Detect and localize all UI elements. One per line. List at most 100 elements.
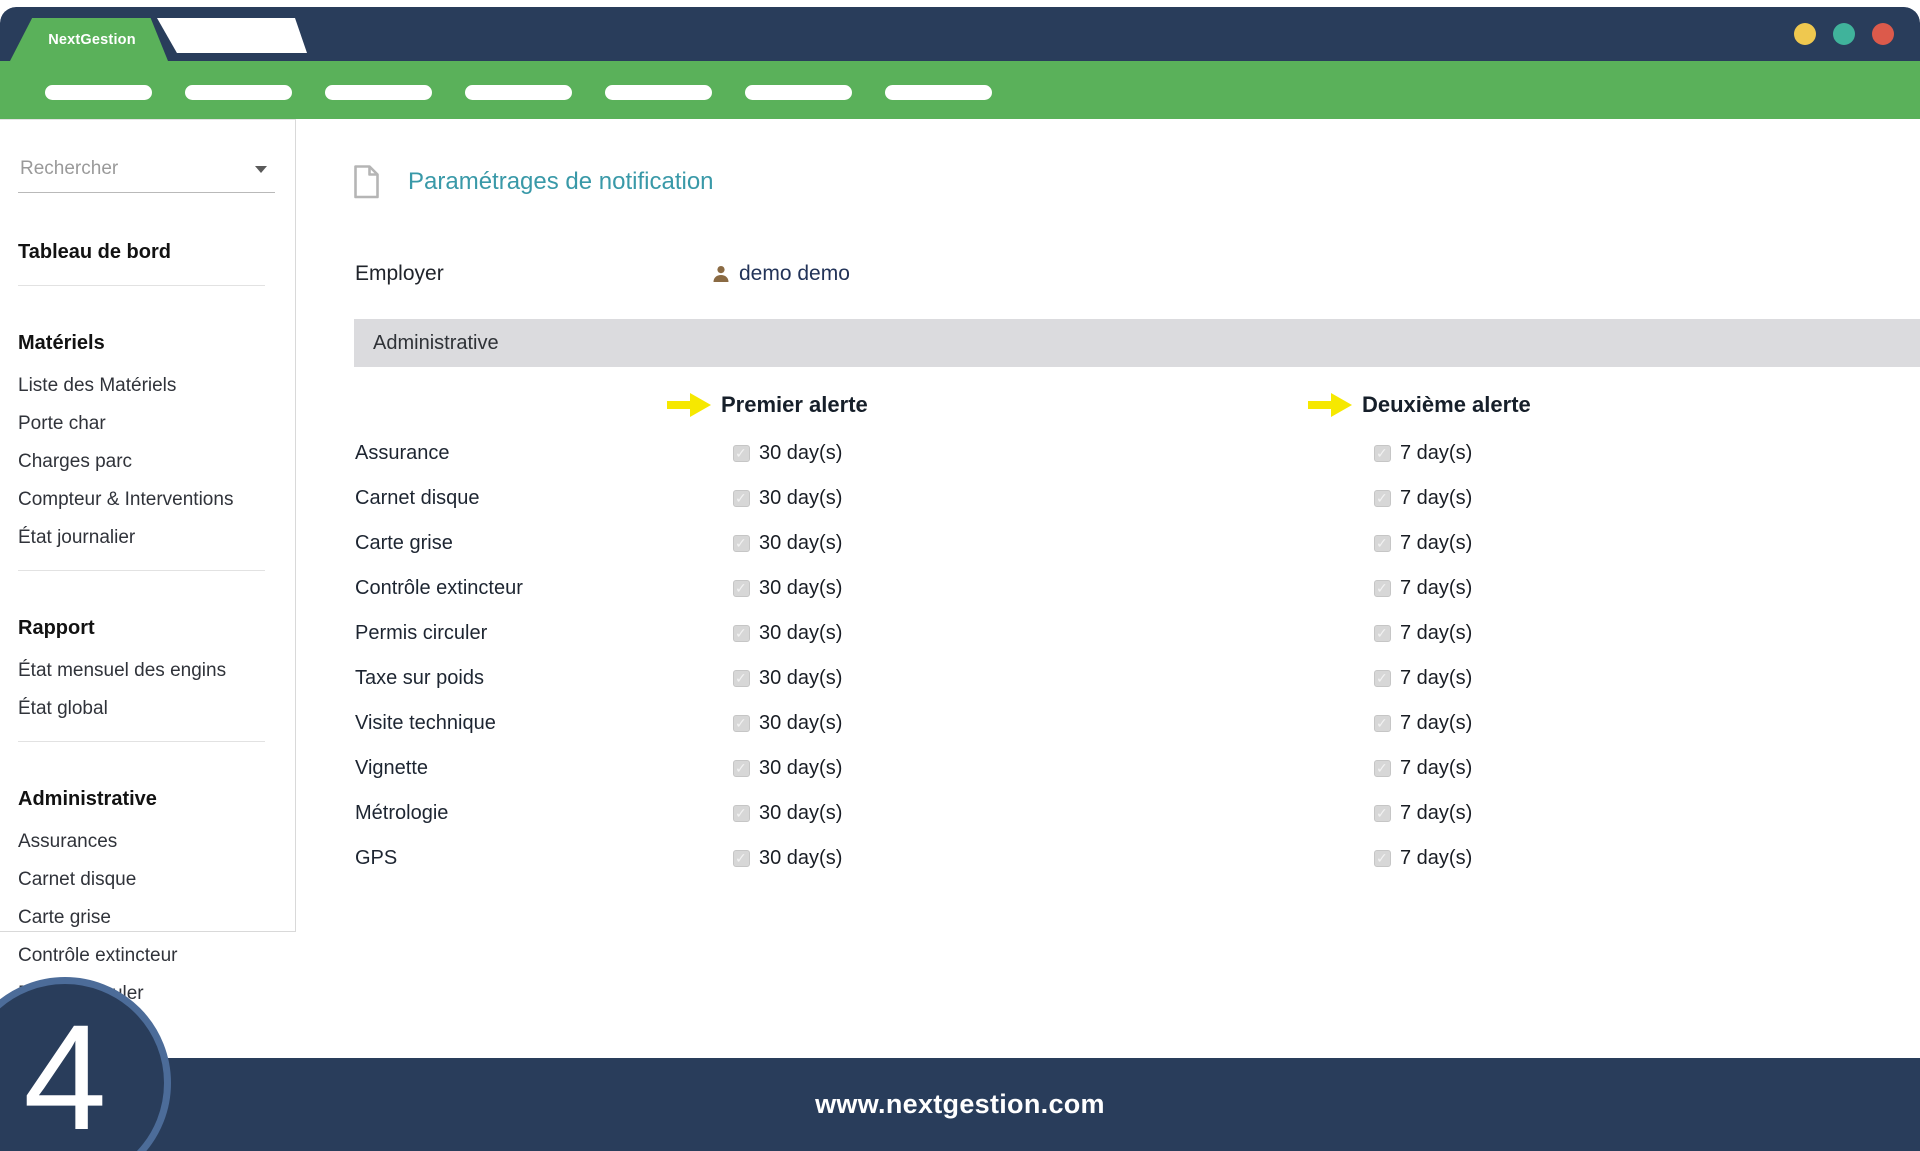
yellow-arrow-icon (1308, 391, 1352, 419)
row-label: Visite technique (355, 712, 733, 735)
row-label: Taxe sur poids (355, 667, 733, 690)
control-dot-red[interactable] (1872, 23, 1894, 45)
document-icon (353, 165, 380, 199)
checkbox-icon[interactable] (733, 715, 750, 732)
checkbox-icon[interactable] (733, 580, 750, 597)
checkbox-icon[interactable] (1374, 760, 1391, 777)
row-label: Assurance (355, 442, 733, 465)
sidebar-item[interactable]: Contrôle extincteur (18, 945, 275, 967)
sidebar-section-heading[interactable]: Tableau de bord (18, 241, 275, 264)
menu-item-placeholder[interactable] (465, 85, 572, 100)
brand-logo-tab: NextGestion (10, 18, 168, 61)
table-row: Taxe sur poids 30 day(s) 7 day(s) (296, 656, 1920, 701)
checkbox-icon[interactable] (1374, 580, 1391, 597)
table-row: Contrôle extincteur30 day(s)7 day(s) (296, 566, 1920, 611)
page-title-row: Paramétrages de notification (296, 165, 1920, 199)
alert-cell: 7 day(s) (1374, 757, 1920, 780)
row-label: GPS (355, 847, 733, 870)
sidebar-divider (18, 570, 265, 571)
checkbox-icon[interactable] (733, 535, 750, 552)
checkbox-icon[interactable] (733, 670, 750, 687)
alert-cell: 30 day(s) (733, 577, 1374, 600)
search-input[interactable]: Rechercher (18, 156, 275, 193)
alert-days-value: 7 day(s) (1400, 487, 1472, 510)
menu-item-placeholder[interactable] (745, 85, 852, 100)
sidebar-divider (18, 741, 265, 742)
employer-row: Employer demo demo (296, 261, 1920, 287)
row-label: Vignette (355, 757, 733, 780)
employer-label: Employer (355, 262, 712, 286)
alert-days-value: 30 day(s) (759, 802, 842, 825)
sidebar-section-heading: Administrative (18, 788, 275, 811)
menu-item-placeholder[interactable] (325, 85, 432, 100)
table-row: Permis circuler30 day(s)7 day(s) (296, 611, 1920, 656)
alert-days-value: 30 day(s) (759, 667, 842, 690)
menu-item-placeholder[interactable] (185, 85, 292, 100)
alert-days-value: 30 day(s) (759, 577, 842, 600)
main-menubar (0, 61, 1920, 119)
footer: www.nextgestion.com (0, 1058, 1920, 1151)
yellow-arrow-icon (667, 391, 711, 419)
table-row: Assurance30 day(s)7 day(s) (296, 431, 1920, 476)
sidebar-item[interactable]: Carte grise (18, 907, 275, 929)
sidebar-item[interactable]: Liste des Matériels (18, 375, 275, 397)
checkbox-icon[interactable] (1374, 445, 1391, 462)
checkbox-icon[interactable] (1374, 535, 1391, 552)
page-title: Paramétrages de notification (408, 168, 714, 196)
table-row: Vignette 30 day(s) 7 day(s) (296, 746, 1920, 791)
alert-days-value: 7 day(s) (1400, 532, 1472, 555)
alert-cell: 7 day(s) (1374, 487, 1920, 510)
checkbox-icon[interactable] (1374, 670, 1391, 687)
alert-cell: 7 day(s) (1374, 667, 1920, 690)
row-label: Carnet disque (355, 487, 733, 510)
sidebar-item[interactable]: Compteur & Interventions (18, 489, 275, 511)
alert-cell: 30 day(s) (733, 847, 1374, 870)
employer-value[interactable]: demo demo (739, 262, 850, 286)
checkbox-icon[interactable] (1374, 625, 1391, 642)
alert-cell: 30 day(s) (733, 667, 1374, 690)
alert-cell: 7 day(s) (1374, 847, 1920, 870)
person-icon (712, 265, 730, 283)
checkbox-icon[interactable] (1374, 850, 1391, 867)
alert-cell: 30 day(s) (733, 487, 1374, 510)
alert-days-value: 7 day(s) (1400, 712, 1472, 735)
page-number: 4 (23, 1002, 106, 1151)
checkbox-icon[interactable] (733, 490, 750, 507)
alert-days-value: 7 day(s) (1400, 802, 1472, 825)
menu-item-placeholder[interactable] (885, 85, 992, 100)
menu-item-placeholder[interactable] (45, 85, 152, 100)
checkbox-icon[interactable] (733, 625, 750, 642)
checkbox-icon[interactable] (1374, 805, 1391, 822)
checkbox-icon[interactable] (1374, 490, 1391, 507)
alert-cell: 7 day(s) (1374, 622, 1920, 645)
alert-days-value: 30 day(s) (759, 532, 842, 555)
alert-days-value: 30 day(s) (759, 847, 842, 870)
alert-days-value: 7 day(s) (1400, 847, 1472, 870)
checkbox-icon[interactable] (1374, 715, 1391, 732)
alert-columns-header: Premier alerte Deuxième alerte (296, 391, 1920, 421)
alert-rows: Assurance30 day(s)7 day(s)Carnet disque3… (296, 431, 1920, 881)
sidebar-item[interactable]: État journalier (18, 527, 275, 549)
window-controls (1794, 23, 1894, 45)
control-dot-teal[interactable] (1833, 23, 1855, 45)
brand-name: NextGestion (42, 32, 136, 48)
sidebar-item[interactable]: État global (18, 698, 275, 720)
section-header-bar: Administrative (354, 319, 1920, 367)
alert-days-value: 30 day(s) (759, 487, 842, 510)
checkbox-icon[interactable] (733, 805, 750, 822)
table-row: Carte grise30 day(s)7 day(s) (296, 521, 1920, 566)
sidebar-item[interactable]: État mensuel des engins (18, 660, 275, 682)
sidebar-sections: Tableau de bordMatérielsListe des Matéri… (18, 241, 275, 1005)
menu-item-placeholder[interactable] (605, 85, 712, 100)
sidebar-item[interactable]: Porte char (18, 413, 275, 435)
row-label: Permis circuler (355, 622, 733, 645)
control-dot-yellow[interactable] (1794, 23, 1816, 45)
sidebar-item[interactable]: Charges parc (18, 451, 275, 473)
checkbox-icon[interactable] (733, 760, 750, 777)
alert-days-value: 7 day(s) (1400, 442, 1472, 465)
checkbox-icon[interactable] (733, 445, 750, 462)
alert-days-value: 30 day(s) (759, 757, 842, 780)
sidebar-item[interactable]: Assurances (18, 831, 275, 853)
sidebar-item[interactable]: Carnet disque (18, 869, 275, 891)
checkbox-icon[interactable] (733, 850, 750, 867)
